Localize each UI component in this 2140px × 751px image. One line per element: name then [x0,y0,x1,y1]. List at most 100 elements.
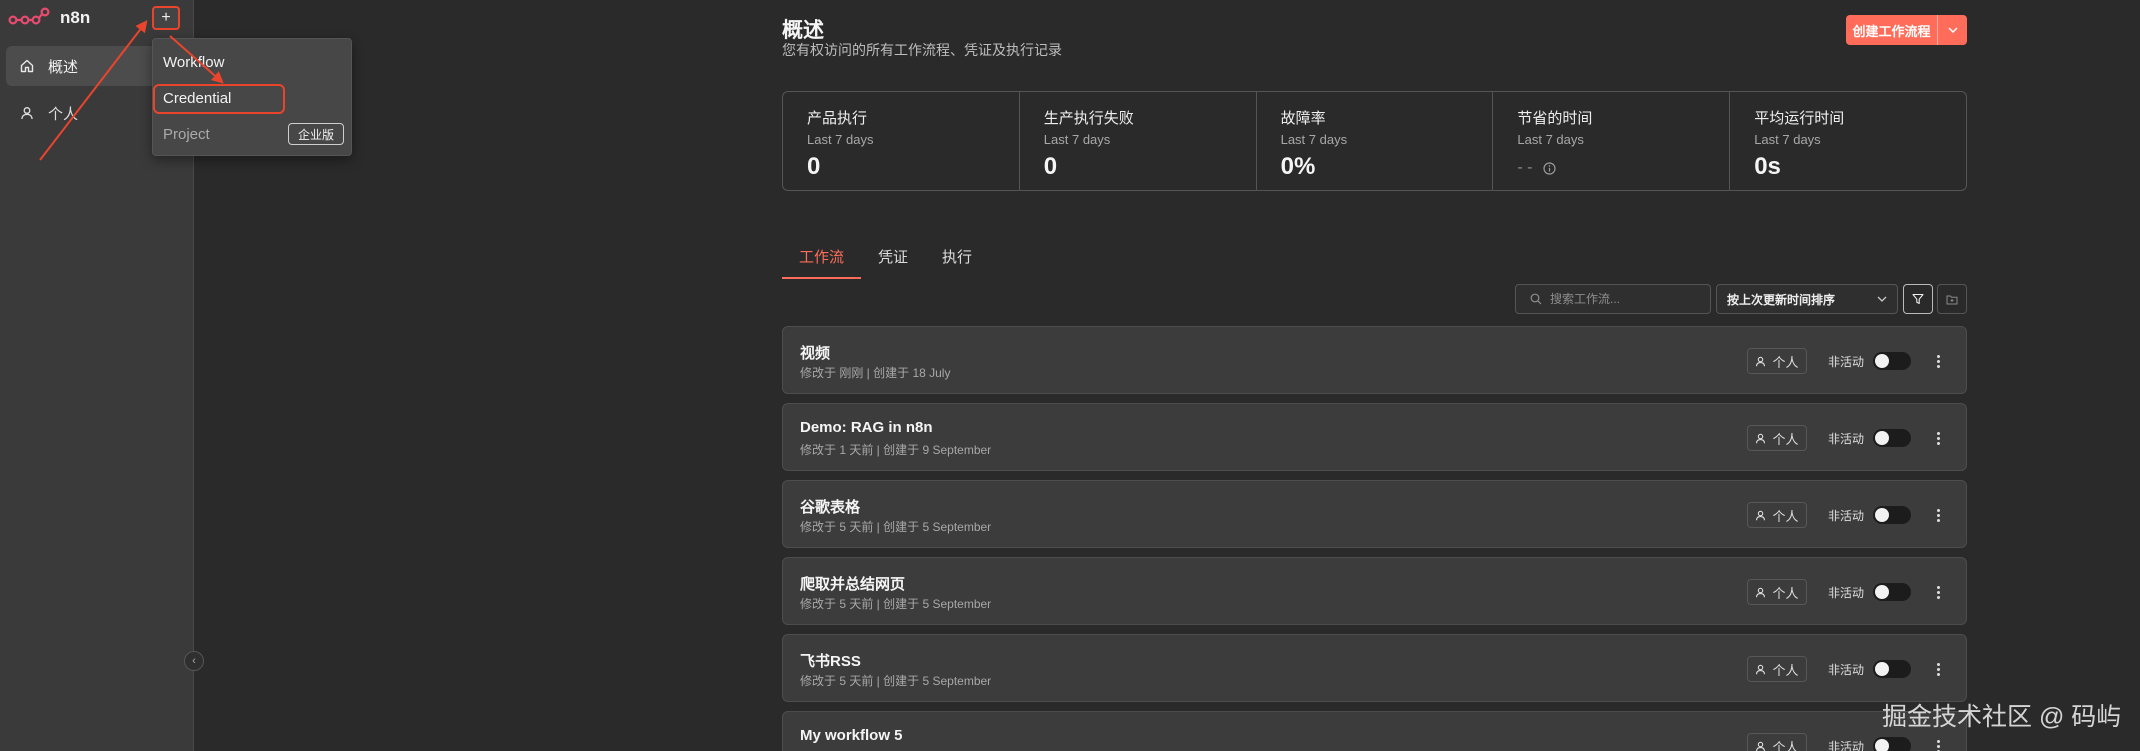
stat-value: 0s [1754,153,1781,180]
workflow-card[interactable]: 谷歌表格 修改于 5 天前 | 创建于 5 September 个人 非活动 [782,480,1967,548]
page-subtitle: 您有权访问的所有工作流程、凭证及执行记录 [782,42,1062,58]
user-icon [1756,510,1766,520]
active-toggle[interactable] [1873,583,1911,601]
sidebar-item-personal[interactable]: 个人 [6,93,156,133]
workflow-name[interactable]: Demo: RAG in n8n [800,419,933,436]
brand[interactable]: n8n [8,6,90,30]
tab-credentials[interactable]: 凭证 [861,240,925,279]
stat-period: Last 7 days [1280,132,1348,147]
user-icon [1756,587,1766,597]
workflow-meta: 修改于 刚刚 | 创建于 18 July [800,366,951,380]
collapse-sidebar-button[interactable]: ‹ [184,651,204,671]
stat-period: Last 7 days [807,132,874,147]
active-toggle[interactable] [1873,352,1911,370]
watermark: 掘金技术社区 @ 码屿 [1882,703,2122,731]
workflow-card[interactable]: 飞书RSS 修改于 5 天前 | 创建于 5 September 个人 非活动 [782,634,1967,702]
workflow-card[interactable]: 爬取并总结网页 修改于 5 天前 | 创建于 5 September 个人 非活… [782,557,1967,625]
status-label: 非活动 [1828,740,1865,751]
search-input[interactable] [1550,292,1700,306]
stats-panel: 产品执行 Last 7 days 0 生产执行失败 Last 7 days 0 … [782,91,1967,191]
active-toggle[interactable] [1873,660,1911,678]
stat-prod-failures[interactable]: 生产执行失败 Last 7 days 0 [1020,92,1257,190]
owner-label: 个人 [1772,431,1799,447]
filter-button[interactable] [1903,284,1933,314]
sidebar-item-overview[interactable]: 概述 [6,46,156,86]
n8n-logo-icon [8,7,50,25]
add-dropdown-menu: Workflow Credential Project 企业版 [152,38,352,156]
stat-title: 平均运行时间 [1754,110,1845,127]
info-icon[interactable] [1542,161,1556,175]
stat-period: Last 7 days [1043,132,1111,147]
search-box[interactable] [1515,284,1711,314]
owner-badge: 个人 [1747,348,1807,374]
chevron-down-icon[interactable] [1938,15,1967,45]
create-workflow-button[interactable]: 创建工作流程 [1846,15,1967,45]
menu-item-project[interactable]: Project [163,126,210,143]
more-options-icon[interactable] [1933,580,1943,604]
tab-executions[interactable]: 执行 [925,240,989,279]
status-label: 非活动 [1828,432,1865,446]
owner-badge: 个人 [1747,656,1807,682]
user-icon [21,107,33,120]
sidebar-item-label: 个人 [48,105,79,123]
toggle-knob [1875,662,1889,676]
enterprise-badge: 企业版 [288,123,344,145]
chevron-down-icon [1877,296,1887,302]
sidebar-item-label: 概述 [48,58,79,76]
owner-label: 个人 [1772,739,1799,751]
workflow-card[interactable]: 视频 修改于 刚刚 | 创建于 18 July 个人 非活动 [782,326,1967,394]
search-icon [1530,293,1542,305]
active-toggle[interactable] [1873,506,1911,524]
stat-time-saved[interactable]: 节省的时间 Last 7 days - - [1493,92,1731,190]
folder-plus-icon [1946,295,1958,304]
toggle-knob [1875,739,1889,751]
stat-value: - - [1517,159,1533,176]
brand-name: n8n [60,8,91,27]
workflow-meta: 修改于 5 天前 | 创建于 5 September [800,674,992,688]
stat-title: 故障率 [1280,110,1326,127]
user-icon [1756,356,1766,366]
workflow-meta: 修改于 5 天前 | 创建于 5 September [800,520,992,534]
workflow-name[interactable]: 视频 [800,342,830,363]
workflow-name[interactable]: 谷歌表格 [800,496,860,517]
owner-label: 个人 [1772,354,1799,370]
tab-workflows[interactable]: 工作流 [782,240,862,279]
stat-avg-runtime[interactable]: 平均运行时间 Last 7 days 0s [1730,92,1966,190]
status-label: 非活动 [1828,663,1865,677]
more-options-icon[interactable] [1933,426,1943,450]
more-options-icon[interactable] [1933,503,1943,527]
sort-select[interactable]: 按上次更新时间排序 [1716,284,1898,314]
workflow-card[interactable]: Demo: RAG in n8n 修改于 1 天前 | 创建于 9 Septem… [782,403,1967,471]
workflow-meta: 修改于 5 天前 | 创建于 5 September [800,597,992,611]
sort-select-value: 按上次更新时间排序 [1727,292,1836,307]
more-options-icon[interactable] [1933,657,1943,681]
new-folder-button[interactable] [1937,284,1967,314]
active-toggle[interactable] [1873,737,1911,751]
stat-failure-rate[interactable]: 故障率 Last 7 days 0% [1257,92,1494,190]
menu-item-credential[interactable]: Credential [163,90,231,107]
user-icon [1756,433,1766,443]
owner-label: 个人 [1772,585,1799,601]
owner-badge: 个人 [1747,579,1807,605]
more-options-icon[interactable] [1933,349,1943,373]
toggle-knob [1875,354,1889,368]
add-button[interactable]: + [152,6,180,30]
create-workflow-label[interactable]: 创建工作流程 [1846,15,1938,45]
stat-title: 产品执行 [807,110,868,127]
active-toggle[interactable] [1873,429,1911,447]
stat-title: 节省的时间 [1517,110,1593,127]
workflow-name[interactable]: 爬取并总结网页 [800,573,905,594]
stat-prod-executions[interactable]: 产品执行 Last 7 days 0 [783,92,1020,190]
owner-label: 个人 [1772,508,1799,524]
owner-badge: 个人 [1747,425,1807,451]
menu-item-workflow[interactable]: Workflow [163,54,224,71]
owner-label: 个人 [1772,662,1799,678]
workflow-name[interactable]: 飞书RSS [800,650,861,671]
toggle-knob [1875,585,1889,599]
stat-period: Last 7 days [1517,132,1584,147]
workflow-name[interactable]: My workflow 5 [800,727,903,744]
stat-value-row: - - [1517,159,1729,177]
more-options-icon[interactable] [1933,734,1943,751]
status-label: 非活动 [1828,509,1865,523]
workflow-card[interactable]: My workflow 5 个人 非活动 [782,711,1967,751]
